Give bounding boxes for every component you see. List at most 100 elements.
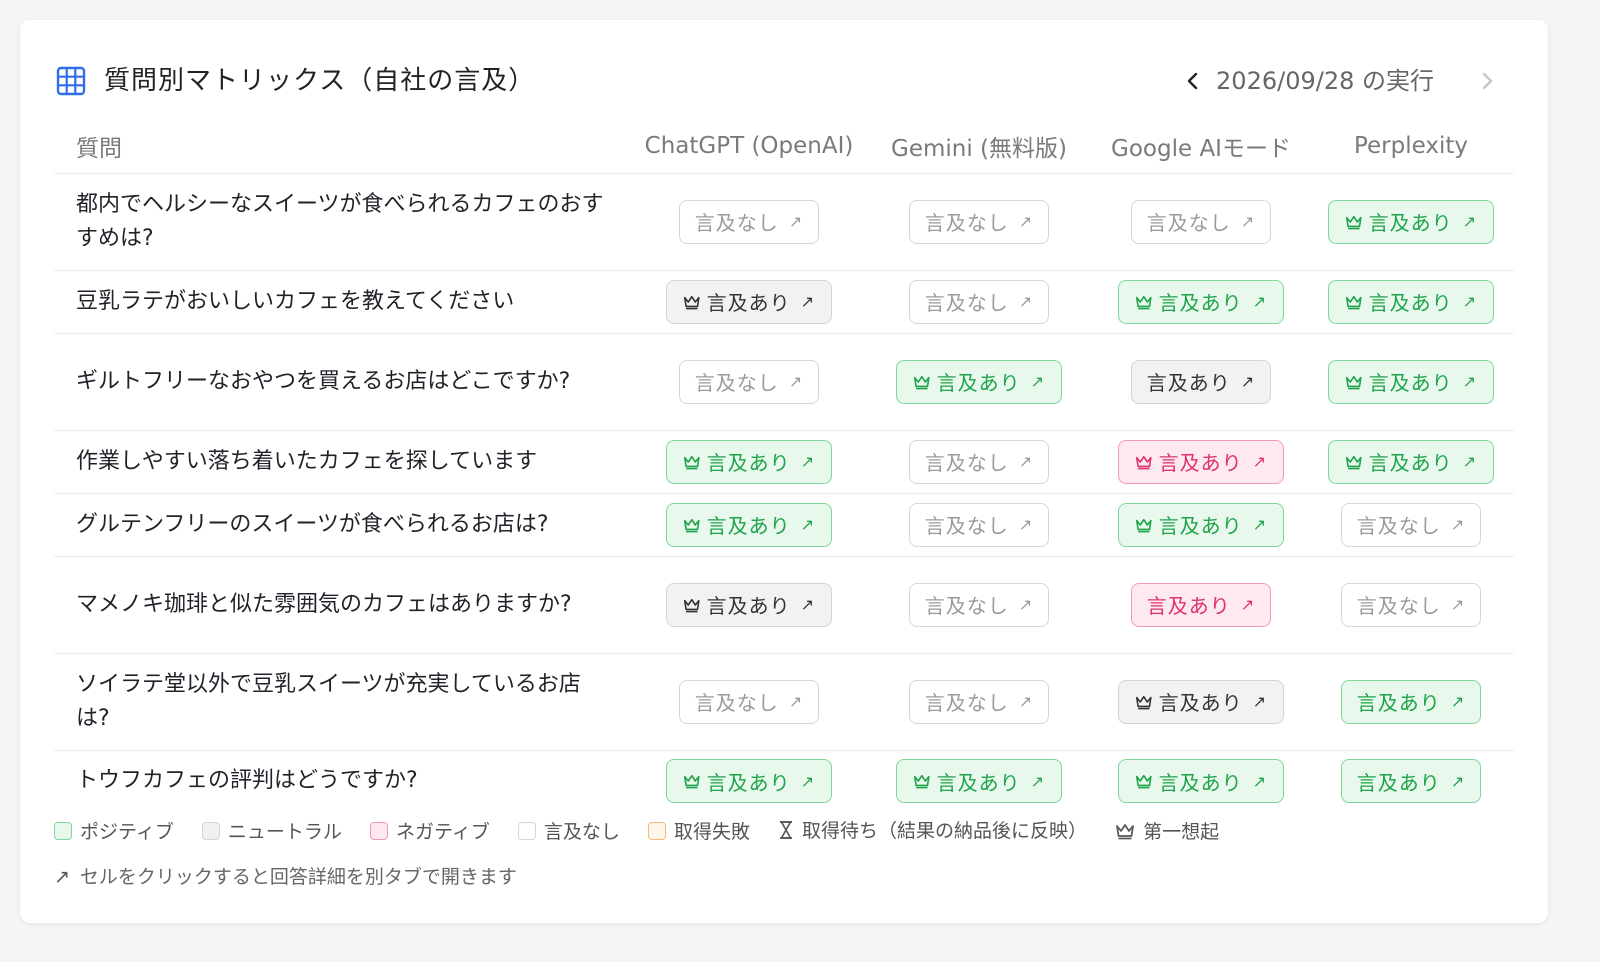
mention-cell: 言及なし ↗ (1308, 556, 1514, 654)
mention-cell: 言及あり ↗ (634, 270, 864, 334)
legend-item-negative: ネガティブ (369, 817, 490, 844)
column-header-question: 質問 (54, 120, 634, 174)
arrow-up-right-icon: ↗ (54, 866, 70, 888)
neutral-swatch (201, 821, 220, 840)
mention-cell: 言及あり ↗ (634, 493, 864, 557)
mention-status-label: 言及あり (1146, 594, 1231, 618)
arrow-up-right-icon: ↗ (1252, 692, 1267, 711)
mention-status-button-positive[interactable]: 言及あり ↗ (1328, 279, 1494, 324)
mention-status-label: 言及あり (706, 451, 791, 475)
mention-status-button-none[interactable]: 言及なし ↗ (909, 199, 1049, 244)
mention-status-button-positive[interactable]: 言及あり ↗ (1328, 199, 1494, 244)
mention-status-button-positive[interactable]: 言及あり ↗ (896, 359, 1062, 404)
arrow-up-right-icon: ↗ (800, 515, 815, 534)
mention-status-button-neutral[interactable]: 言及あり ↗ (1118, 679, 1284, 724)
mention-status-label: 言及なし (694, 371, 779, 395)
table-row: マメノキ珈琲と似た雰囲気のカフェはありますか? 言及あり ↗ 言及なし ↗ 言及あり ↗ 言及… (54, 556, 1514, 654)
mention-status-button-positive[interactable]: 言及あり ↗ (1328, 359, 1494, 404)
mention-status-button-neutral[interactable]: 言及あり ↗ (666, 279, 832, 324)
mention-status-button-positive[interactable]: 言及あり ↗ (896, 759, 1062, 804)
positive-swatch (54, 821, 72, 840)
grid-icon (56, 66, 86, 96)
mention-cell: 言及あり ↗ (1308, 430, 1514, 494)
mention-status-label: 言及なし (924, 211, 1009, 235)
page-title: 質問別マトリックス（自社の言及） (104, 66, 536, 96)
crown-icon (683, 455, 700, 469)
column-header-engine: ChatGPT (OpenAI) (634, 120, 864, 174)
hourglass-icon (780, 820, 793, 839)
mention-status-button-none[interactable]: 言及なし ↗ (1131, 199, 1271, 244)
arrow-up-right-icon: ↗ (800, 595, 815, 614)
mention-status-button-positive[interactable]: 言及あり ↗ (1341, 679, 1481, 724)
table-header-row: 質問 ChatGPT (OpenAI) Gemini (無料版) Google … (54, 120, 1514, 174)
mention-status-button-none[interactable]: 言及なし ↗ (909, 679, 1049, 724)
mention-status-label: 言及あり (1368, 371, 1453, 395)
column-header-engine: Perplexity (1308, 120, 1514, 174)
mention-status-button-negative[interactable]: 言及あり ↗ (1118, 439, 1284, 484)
mention-status-button-positive[interactable]: 言及あり ↗ (666, 502, 832, 547)
mention-status-label: 言及なし (924, 514, 1009, 538)
mention-status-button-none[interactable]: 言及なし ↗ (1341, 502, 1481, 547)
mention-status-label: 言及なし (1356, 514, 1441, 538)
mention-status-button-positive[interactable]: 言及あり ↗ (1328, 439, 1494, 484)
mention-status-label: 言及あり (1356, 691, 1441, 715)
mention-status-label: 言及あり (706, 514, 791, 538)
mention-status-label: 言及なし (694, 211, 779, 235)
crown-icon (1345, 215, 1362, 229)
mention-status-label: 言及なし (1146, 211, 1231, 235)
question-cell: 都内でヘルシーなスイーツが食べられるカフェのおすすめは? (54, 173, 634, 271)
mention-cell: 言及あり ↗ (1308, 333, 1514, 431)
arrow-up-right-icon: ↗ (1018, 212, 1034, 231)
question-cell: 豆乳ラテがおいしいカフェを教えてください (54, 270, 634, 334)
mention-status-label: 言及あり (936, 371, 1021, 395)
question-cell: グルテンフリーのスイーツが食べられるお店は? (54, 493, 634, 557)
arrow-up-right-icon: ↗ (1462, 372, 1477, 391)
mention-status-button-positive[interactable]: 言及あり ↗ (1118, 502, 1284, 547)
mention-status-button-none[interactable]: 言及なし ↗ (909, 279, 1049, 324)
mention-status-button-neutral[interactable]: 言及あり ↗ (666, 582, 832, 627)
mention-status-button-positive[interactable]: 言及あり ↗ (1118, 759, 1284, 804)
mention-cell: 言及あり ↗ (1308, 270, 1514, 334)
next-run-button[interactable] (1472, 66, 1502, 96)
mention-status-button-positive[interactable]: 言及あり ↗ (666, 759, 832, 804)
arrow-up-right-icon: ↗ (800, 771, 815, 791)
prev-run-button[interactable] (1178, 66, 1208, 96)
table-row: 作業しやすい落ち着いたカフェを探しています 言及あり ↗ 言及なし ↗ 言及あり ↗ 言及あり… (54, 430, 1514, 494)
arrow-up-right-icon: ↗ (788, 372, 804, 391)
mention-status-button-none[interactable]: 言及なし ↗ (909, 502, 1049, 547)
crown-icon (683, 518, 700, 532)
arrow-up-right-icon: ↗ (1030, 771, 1045, 791)
arrow-up-right-icon: ↗ (1018, 292, 1034, 311)
arrow-up-right-icon: ↗ (788, 212, 804, 231)
arrow-up-right-icon: ↗ (1252, 292, 1267, 311)
mention-cell: 言及あり ↗ (634, 750, 864, 812)
mention-status-button-none[interactable]: 言及なし ↗ (679, 199, 819, 244)
mention-status-button-none[interactable]: 言及なし ↗ (1341, 582, 1481, 627)
crown-icon (1135, 295, 1152, 309)
crown-icon (1135, 455, 1152, 469)
mention-status-button-positive[interactable]: 言及あり ↗ (1341, 759, 1481, 804)
column-header-engine: Gemini (無料版) (864, 120, 1094, 174)
arrow-up-right-icon: ↗ (800, 452, 815, 471)
negative-swatch (369, 821, 388, 840)
mention-status-button-neutral[interactable]: 言及あり ↗ (1131, 359, 1271, 404)
mention-status-button-none[interactable]: 言及なし ↗ (909, 439, 1049, 484)
crown-icon (1135, 518, 1152, 532)
mention-status-label: 言及あり (1356, 770, 1441, 795)
legend-item-neutral: ニュートラル (201, 817, 342, 844)
table-row: グルテンフリーのスイーツが食べられるお店は? 言及あり ↗ 言及なし ↗ 言及あり ↗ 言及な… (54, 493, 1514, 557)
mention-status-button-none[interactable]: 言及なし ↗ (679, 359, 819, 404)
mention-status-button-none[interactable]: 言及なし ↗ (909, 582, 1049, 627)
mention-status-button-negative[interactable]: 言及あり ↗ (1131, 582, 1271, 627)
mention-status-button-positive[interactable]: 言及あり ↗ (666, 439, 832, 484)
mention-status-button-positive[interactable]: 言及あり ↗ (1118, 279, 1284, 324)
none-swatch (517, 821, 536, 840)
mention-status-label: 言及あり (706, 594, 791, 618)
mention-cell: 言及なし ↗ (1094, 173, 1308, 271)
mention-status-label: 言及なし (924, 594, 1009, 618)
arrow-up-right-icon: ↗ (1240, 595, 1256, 614)
mention-status-label: 言及なし (924, 451, 1009, 475)
mention-status-label: 言及あり (1158, 451, 1243, 475)
mention-status-button-none[interactable]: 言及なし ↗ (679, 679, 819, 724)
arrow-up-right-icon: ↗ (1462, 292, 1477, 311)
